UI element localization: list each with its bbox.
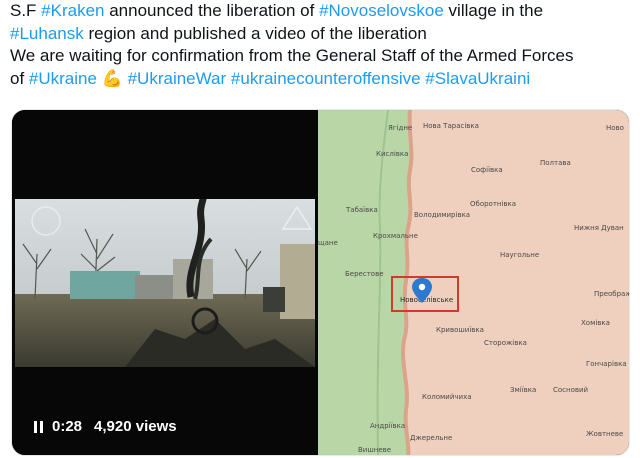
map-label: щане	[318, 239, 338, 247]
media-container[interactable]: 0:28 4,920 views Ягідне Нова Тарасівка Н…	[11, 109, 630, 456]
map-label: Нова Тарасівка	[423, 122, 479, 130]
video-scene-image	[15, 199, 315, 367]
map-label: Крохмальне	[373, 232, 418, 240]
map-label: Наугольне	[500, 251, 539, 259]
tweet-text-segment: We are waiting for confirmation from the…	[10, 46, 574, 65]
map-label: Табаївка	[345, 206, 378, 214]
hashtag-link[interactable]: #Kraken	[41, 1, 104, 20]
map-label: Коломийчиха	[422, 393, 472, 401]
map-label: Кислівка	[376, 150, 408, 158]
tweet-text-segment: announced the liberation of	[104, 1, 320, 20]
map-label: Гончарівка	[586, 360, 627, 368]
map-label: Софіївка	[471, 166, 503, 174]
map-label: Оборотнівка	[470, 200, 516, 208]
map-image[interactable]: Ягідне Нова Тарасівка Ново Кислівка Софі…	[318, 110, 630, 455]
map-label: Жовтневе	[586, 430, 623, 438]
map-label: Володимирівка	[414, 211, 470, 219]
map-label: Джерельне	[410, 434, 452, 442]
video-player[interactable]: 0:28 4,920 views	[12, 110, 318, 455]
video-frame	[15, 199, 315, 367]
hashtag-link[interactable]: #Novoselovskoe	[319, 1, 444, 20]
hashtag-link[interactable]: #Luhansk	[10, 24, 84, 43]
tweet-text: S.F #Kraken announced the liberation of …	[10, 0, 632, 90]
map-label: Кривошиївка	[436, 326, 484, 334]
hashtag-link[interactable]: #SlavaUkraini	[425, 69, 530, 88]
video-controls: 0:28 4,920 views	[34, 418, 177, 435]
map-label: Нижня Дуван	[574, 224, 624, 232]
map-svg: Ягідне Нова Тарасівка Ново Кислівка Софі…	[318, 110, 630, 455]
map-label: Вишневе	[358, 446, 391, 454]
tweet-text-segment: region and published a video of the libe…	[83, 23, 427, 43]
map-label: Ягідне	[388, 124, 412, 132]
tweet-line: S.F #Kraken announced the liberation of …	[10, 0, 632, 23]
hashtag-link[interactable]: #Ukraine	[29, 69, 97, 88]
tweet-text-segment: S.F	[10, 1, 42, 20]
map-label: Зміївка	[510, 386, 536, 394]
pause-icon[interactable]	[34, 420, 43, 433]
map-label: Берестове	[345, 270, 384, 278]
tweet-line: of #Ukraine 💪 #UkraineWar #ukrainecounte…	[10, 68, 632, 91]
tweet-line: #Luhansk region and published a video of…	[10, 23, 632, 46]
map-label: Хомівка	[581, 319, 610, 327]
hashtag-link[interactable]: #ukrainecounteroffensive	[231, 69, 421, 88]
tweet-text-segment: of	[10, 68, 29, 88]
map-label: Преображ	[594, 290, 630, 298]
map-label: Полтава	[540, 159, 571, 167]
video-time: 0:28	[52, 418, 83, 435]
tweet-text-segment: village in the	[443, 1, 544, 20]
tweet-line: We are waiting for confirmation from the…	[10, 45, 632, 68]
map-label: Ново	[606, 124, 624, 132]
ukraine-controlled-area	[318, 110, 412, 455]
map-label: Сосновий	[553, 386, 588, 394]
hashtag-link[interactable]: #UkraineWar	[128, 69, 227, 88]
map-label: Андріївка	[370, 422, 405, 430]
view-count: 4,920 views	[94, 418, 177, 435]
map-label: Сторожівка	[484, 339, 527, 347]
flexed-biceps-emoji: 💪	[101, 68, 123, 88]
